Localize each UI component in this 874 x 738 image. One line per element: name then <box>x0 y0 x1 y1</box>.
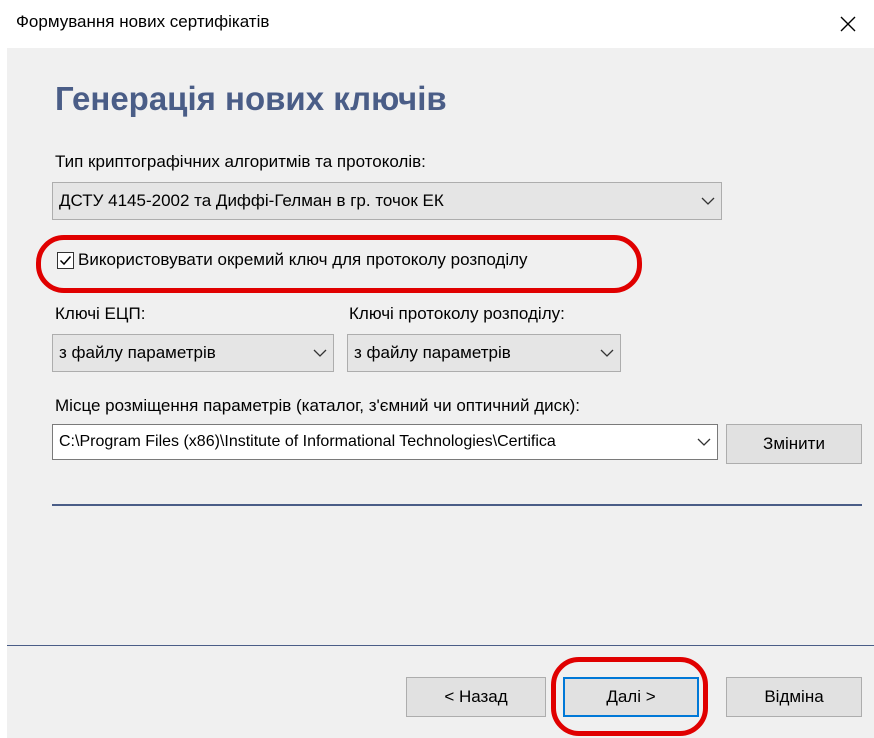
content-separator <box>52 504 862 506</box>
close-icon <box>840 16 856 32</box>
keys-eds-select[interactable]: з файлу параметрів <box>52 334 334 372</box>
params-location-value: C:\Program Files (x86)\Institute of Info… <box>59 433 556 450</box>
params-location-select[interactable]: C:\Program Files (x86)\Institute of Info… <box>52 424 718 460</box>
algo-type-label: Тип криптографічних алгоритмів та проток… <box>55 152 426 171</box>
wizard-page: Генерація нових ключів Тип криптографічн… <box>7 48 874 738</box>
separate-key-checkbox-row[interactable]: Використовувати окремий ключ для протоко… <box>57 250 528 270</box>
keys-distribution-label: Ключі протоколу розподілу: <box>349 304 565 323</box>
chevron-down-icon <box>691 437 717 447</box>
next-button[interactable]: Далі > <box>563 677 699 717</box>
algo-type-select[interactable]: ДСТУ 4145-2002 та Диффі-Гелман в гр. точ… <box>52 182 722 220</box>
window-title: Формування нових сертифікатів <box>16 12 270 31</box>
keys-distribution-value: з файлу параметрів <box>354 343 511 362</box>
chevron-down-icon <box>695 196 721 206</box>
params-location-label: Місце розміщення параметрів (каталог, з'… <box>55 396 580 415</box>
keys-eds-value: з файлу параметрів <box>59 343 216 362</box>
footer-separator <box>7 645 874 646</box>
chevron-down-icon <box>594 348 620 358</box>
keys-eds-label: Ключі ЕЦП: <box>55 304 146 323</box>
algo-type-value: ДСТУ 4145-2002 та Диффі-Гелман в гр. точ… <box>59 191 444 210</box>
chevron-down-icon <box>307 348 333 358</box>
cancel-button[interactable]: Відміна <box>726 677 862 717</box>
separate-key-label: Використовувати окремий ключ для протоко… <box>78 250 528 269</box>
title-bar: Формування нових сертифікатів <box>0 0 874 50</box>
back-button[interactable]: < Назад <box>406 677 546 717</box>
separate-key-checkbox[interactable] <box>57 251 74 269</box>
change-button[interactable]: Змінити <box>726 424 862 464</box>
keys-distribution-select[interactable]: з файлу параметрів <box>347 334 621 372</box>
page-heading: Генерація нових ключів <box>55 80 447 117</box>
checkmark-icon <box>59 255 72 265</box>
close-button[interactable] <box>828 4 868 44</box>
